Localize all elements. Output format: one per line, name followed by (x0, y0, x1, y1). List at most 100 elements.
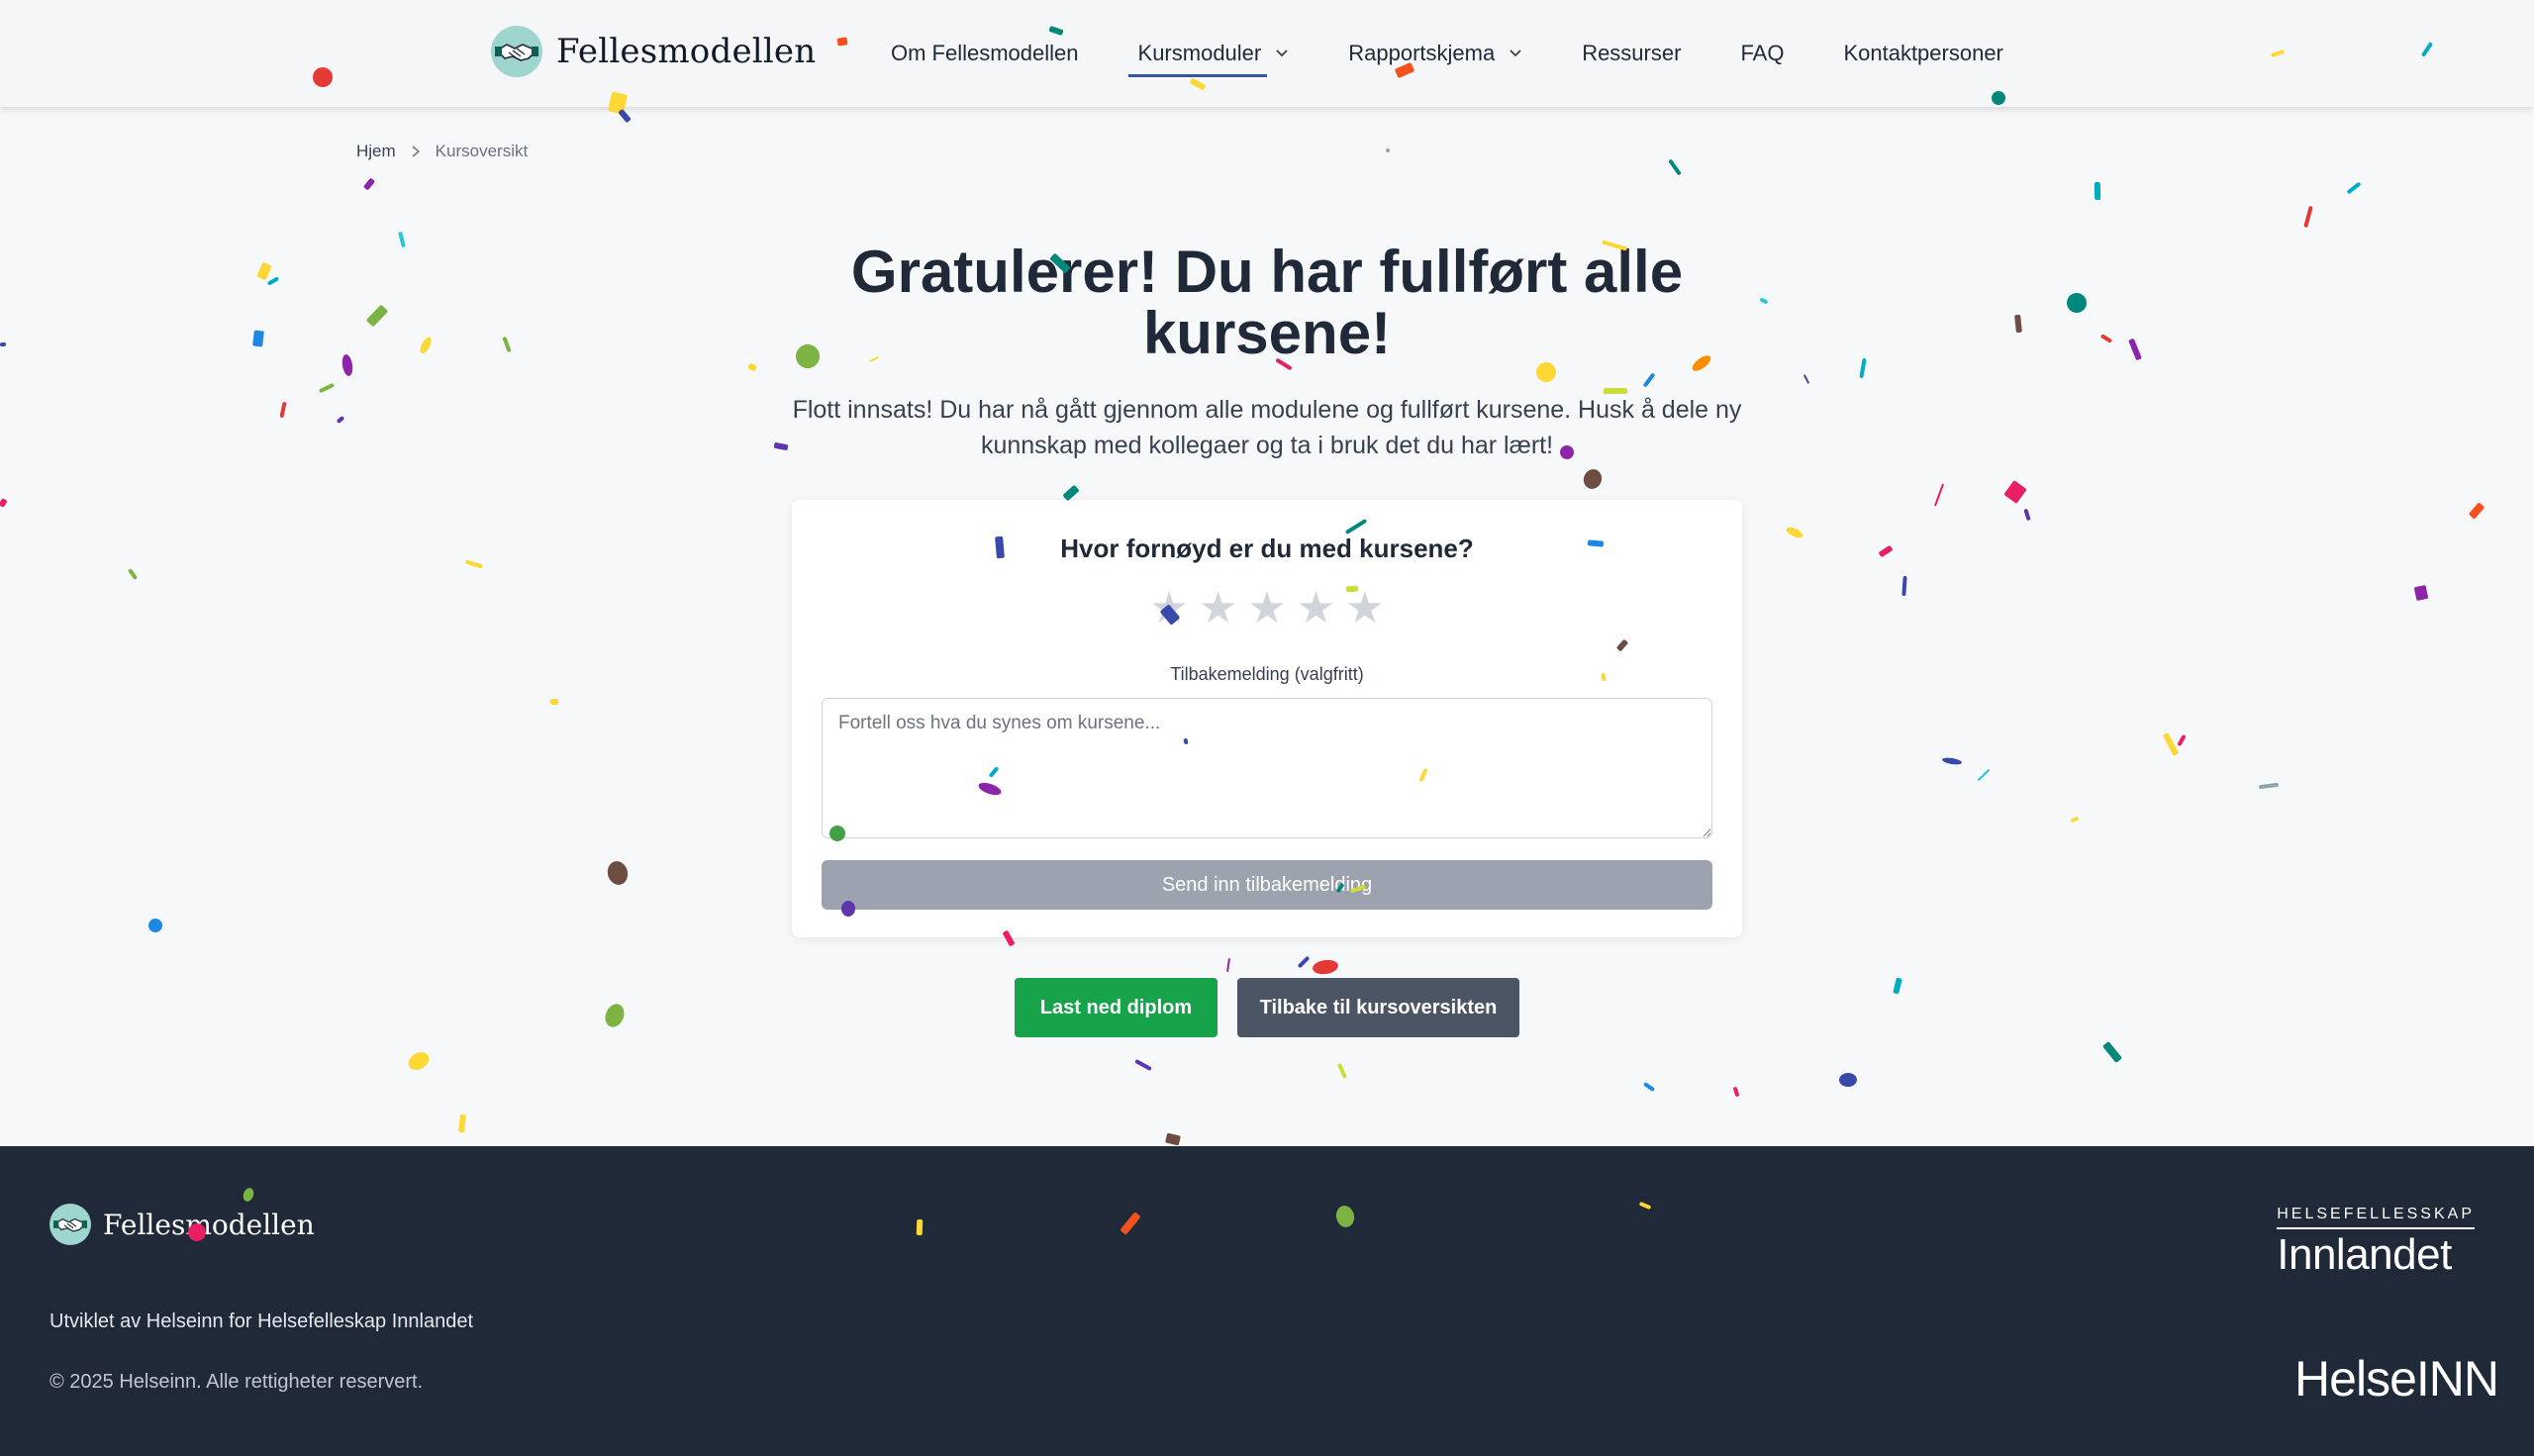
confetti-piece (1134, 1058, 1152, 1072)
handshake-icon (491, 26, 542, 77)
confetti-piece (365, 304, 389, 328)
confetti-piece (1581, 466, 1605, 492)
confetti-piece (1893, 977, 1902, 995)
confetti-piece (418, 336, 434, 355)
submit-feedback-button[interactable]: Send inn tilbakemelding (822, 860, 1712, 910)
confetti-piece (2003, 480, 2027, 504)
confetti-piece (2303, 205, 2313, 229)
confetti-piece (1165, 1132, 1181, 1146)
confetti-piece (2101, 1040, 2123, 1064)
confetti-piece (464, 559, 484, 569)
confetti-piece (1803, 374, 1810, 384)
confetti-piece (1226, 957, 1230, 973)
confetti-piece (458, 1114, 466, 1133)
nav-rapportskjema[interactable]: Rapportskjema (1348, 0, 1522, 107)
confetti-piece (0, 498, 8, 508)
star-icon[interactable]: ★ (1149, 587, 1188, 631)
nav-kontaktpersoner[interactable]: Kontaktpersoner (1843, 0, 2002, 107)
confetti-piece (2014, 314, 2022, 334)
confetti-piece (1312, 958, 1339, 976)
confetti-piece (602, 1001, 628, 1030)
star-icon[interactable]: ★ (1297, 587, 1335, 631)
back-to-overview-button[interactable]: Tilbake til kursoversikten (1237, 978, 1519, 1037)
confetti-piece (2258, 782, 2280, 790)
helsefellesskap-label: HELSEFELLESSKAP (2277, 1206, 2475, 1229)
star-rating: ★ ★ ★ ★ ★ (792, 587, 1742, 631)
confetti-piece (0, 341, 7, 347)
feedback-card: Hvor fornøyd er du med kursene? ★ ★ ★ ★ … (792, 500, 1742, 937)
site-footer: Fellesmodellen Utviklet av Helseinn for … (0, 1146, 2534, 1456)
confetti-piece (2468, 502, 2485, 520)
action-buttons: Last ned diplom Tilbake til kursoversikt… (1015, 978, 1519, 1037)
chevron-down-icon (1276, 49, 1288, 57)
site-header: Fellesmodellen Om Fellesmodellen Kursmod… (0, 0, 2534, 107)
confetti-piece (2346, 181, 2362, 195)
helsefellesskap-logo[interactable]: HELSEFELLESSKAP Innlandet (2277, 1206, 2475, 1281)
breadcrumb-current: Kursoversikt (435, 142, 529, 160)
feedback-label: Tilbakemelding (valgfritt) (1170, 664, 1364, 684)
confetti-piece (318, 382, 336, 394)
confetti-piece (1838, 1072, 1858, 1088)
confetti-piece (605, 858, 631, 888)
nav-ressurser[interactable]: Ressurser (1582, 0, 1681, 107)
chevron-right-icon (412, 146, 420, 157)
confetti-piece (405, 1048, 433, 1074)
confetti-piece (1901, 575, 1907, 597)
page-subtitle: Flott innsats! Du har nå gått gjennom al… (792, 396, 1742, 459)
confetti-piece (1941, 756, 1963, 766)
confetti-piece (252, 330, 264, 347)
footer-logo[interactable]: Fellesmodellen (49, 1204, 315, 1245)
confetti-piece (1977, 768, 1991, 782)
confetti-piece (502, 336, 512, 353)
confetti-piece (127, 567, 139, 581)
confetti-piece (1062, 484, 1080, 502)
innlandet-label: Innlandet (2277, 1230, 2452, 1279)
feedback-question: Hvor fornøyd er du med kursene? (1060, 534, 1474, 563)
confetti-piece (2177, 733, 2187, 747)
confetti-piece (1732, 1086, 1740, 1098)
nav-kursmoduler[interactable]: Kursmoduler (1127, 0, 1290, 107)
footer-logo-text: Fellesmodellen (103, 1208, 315, 1241)
confetti-piece (1859, 357, 1867, 379)
footer-copyright: © 2025 Helseinn. Alle rettigheter reserv… (49, 1371, 424, 1393)
confetti-piece (362, 177, 376, 191)
breadcrumb: Hjem Kursoversikt (356, 142, 528, 161)
star-icon[interactable]: ★ (1345, 587, 1384, 631)
confetti-piece (1336, 1062, 1348, 1080)
confetti-piece (2062, 288, 2092, 318)
confetti-piece (1642, 1081, 1656, 1093)
confetti-piece (266, 276, 280, 286)
logo-text: Fellesmodellen (556, 32, 817, 71)
handshake-icon (49, 1204, 91, 1245)
star-icon[interactable]: ★ (1199, 587, 1237, 631)
confetti-piece (336, 415, 345, 425)
confetti-piece (279, 401, 287, 419)
site-logo[interactable]: Fellesmodellen (491, 26, 816, 77)
main-nav: Om Fellesmodellen Kursmoduler Rapportskj… (891, 0, 2063, 107)
breadcrumb-home[interactable]: Hjem (356, 142, 396, 161)
confetti-piece (1385, 147, 1391, 153)
confetti-piece (2023, 508, 2031, 522)
confetti-piece (398, 231, 406, 248)
confetti-piece (1668, 158, 1682, 176)
footer-developed-by: Utviklet av Helseinn for Helsefelleskap … (49, 1310, 473, 1332)
star-icon[interactable]: ★ (1247, 587, 1286, 631)
nav-faq[interactable]: FAQ (1740, 0, 1784, 107)
helseinn-logo[interactable]: HelseINN (2294, 1350, 2499, 1407)
confetti-piece (1878, 544, 1894, 558)
confetti-piece (1642, 372, 1656, 388)
confetti-piece (1933, 483, 1945, 507)
confetti-piece (1785, 525, 1804, 540)
confetti-piece (2128, 338, 2142, 361)
download-diploma-button[interactable]: Last ned diplom (1015, 978, 1218, 1037)
confetti-piece (2162, 731, 2180, 757)
confetti-piece (2413, 584, 2429, 602)
confetti-piece (341, 353, 354, 377)
nav-om-fellesmodellen[interactable]: Om Fellesmodellen (891, 0, 1079, 107)
feedback-textarea[interactable] (822, 698, 1712, 838)
confetti-piece (1297, 955, 1311, 969)
chevron-down-icon (1510, 49, 1521, 57)
confetti-piece (549, 698, 559, 706)
confetti-piece (2094, 181, 2101, 201)
confetti-piece (256, 261, 272, 281)
